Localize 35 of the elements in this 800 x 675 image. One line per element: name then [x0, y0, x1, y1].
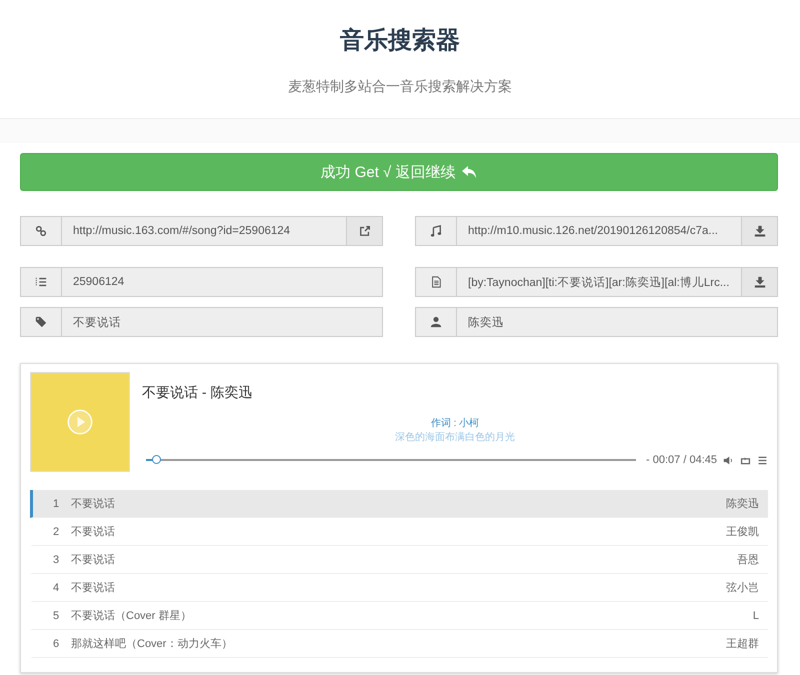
track-title: 不要说话（Cover 群星） [71, 609, 192, 623]
track-title: 不要说话 [71, 497, 116, 511]
track-artist: 王俊凯 [726, 525, 759, 539]
song-title: 不要说话 - 陈奕迅 [142, 384, 254, 402]
track-artist: 弦小岂 [726, 581, 759, 595]
volume-icon[interactable] [723, 454, 734, 466]
loop-icon[interactable] [740, 454, 751, 466]
page-subtitle: 麦葱特制多站合一音乐搜索解决方案 [288, 78, 512, 96]
track-number: 4 [53, 582, 60, 594]
playlist-item[interactable]: 3 不要说话 吾恩 [30, 546, 768, 574]
track-number: 6 [53, 638, 60, 650]
playlist-item[interactable]: 4 不要说话 弦小岂 [30, 574, 768, 602]
track-title: 不要说话 [71, 525, 116, 539]
track-artist: 王超群 [726, 637, 759, 651]
track-number: 5 [53, 610, 60, 622]
track-title: 那就这样吧（Cover：动力火车） [71, 636, 234, 651]
track-title: 不要说话 [71, 553, 116, 567]
playlist-item[interactable]: 6 那就这样吧（Cover：动力火车） 王超群 [30, 630, 768, 658]
track-number: 3 [53, 554, 60, 566]
track-title: 不要说话 [71, 581, 116, 595]
progress-thumb[interactable] [152, 455, 161, 464]
track-number: 2 [53, 526, 60, 538]
playlist-item[interactable]: 5 不要说话（Cover 群星） L [30, 602, 768, 630]
page-title: 音乐搜索器 [340, 26, 460, 56]
playlist-item[interactable]: 1 不要说话 陈奕迅 [30, 490, 768, 518]
track-number: 1 [53, 498, 60, 510]
track-artist: 吾恩 [737, 553, 759, 567]
time-display: - 00:07 / 04:45 [646, 454, 717, 466]
menu-icon[interactable] [757, 454, 768, 466]
playlist-item[interactable]: 2 不要说话 王俊凯 [30, 518, 768, 546]
lyric-line: 作词 : 小柯 [430, 416, 480, 430]
lyric-line: 深色的海面布满白色的月光 [395, 430, 515, 444]
track-artist: 陈奕迅 [726, 496, 759, 511]
reply-arrow-icon [461, 165, 478, 179]
track-artist: L [752, 610, 759, 622]
